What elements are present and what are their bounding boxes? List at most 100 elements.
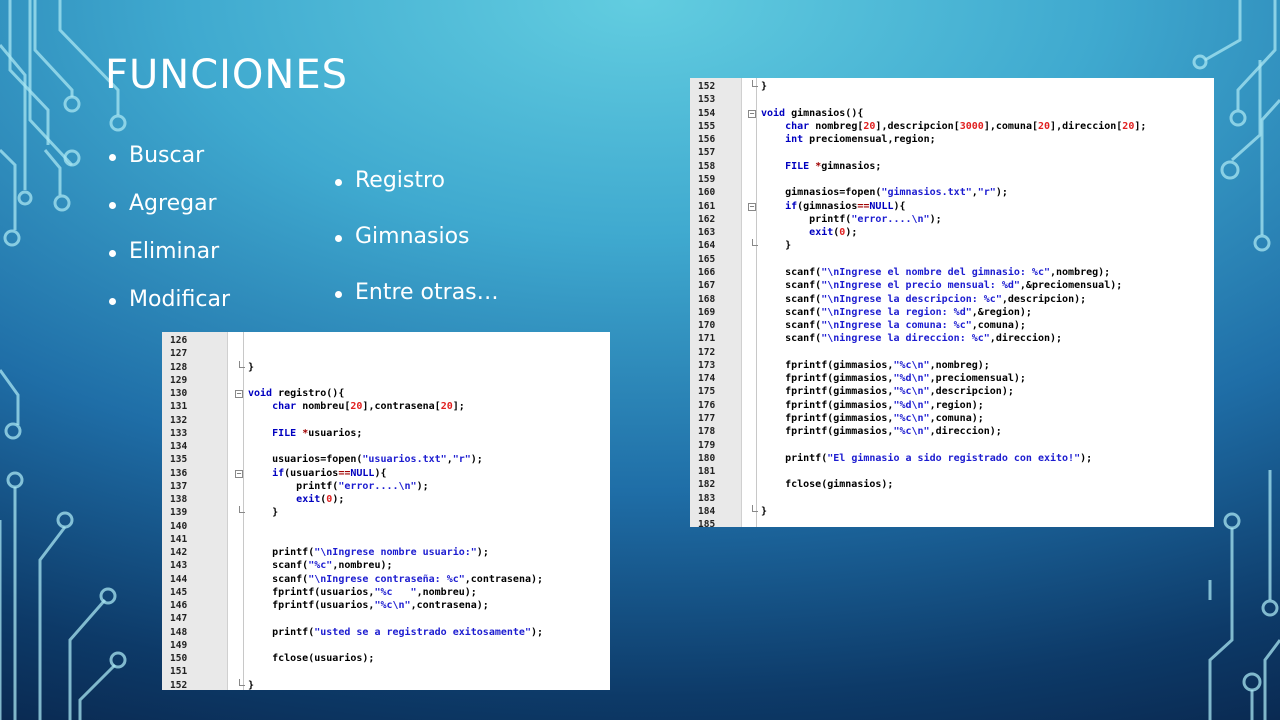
line-number: 140 [170,520,188,532]
code-line: 132 [162,414,610,427]
fold-end-icon [239,506,245,514]
code-line: 130 − void registro(){ [162,387,610,400]
code-text: printf("\nIngrese nombre usuario:"); [248,547,489,558]
bullet-item: Agregar [107,191,230,239]
line-number: 160 [698,187,716,199]
code-line: 147 [162,612,610,625]
code-line: 169 scanf("\nIngrese la region: %d",&reg… [690,306,1214,319]
code-line: 184} [690,505,1214,518]
code-line: 174 fprintf(gimmasios,"%d\n",preciomensu… [690,372,1214,385]
line-number: 173 [698,359,716,371]
line-number: 128 [170,361,188,373]
code-line: 139 } [162,506,610,519]
line-number: 171 [698,333,716,345]
fold-toggle-icon[interactable]: − [235,390,243,398]
line-number: 170 [698,320,716,332]
code-text: printf("usted se a registrado exitosamen… [248,626,544,638]
code-text: usuarios=fopen("usuarios.txt","r"); [248,454,483,466]
code-line: 156 int preciomensual,region; [690,133,1214,146]
code-text: scanf("\nIngrese el nombre del gimnasio:… [761,266,1111,278]
code-line: 181 [690,465,1214,478]
line-number: 175 [698,386,716,398]
line-number: 161 [698,200,716,212]
code-line: 172 [690,346,1214,359]
bullet-item: Registro [333,168,499,224]
code-text: scanf("\nIngrese contraseña: %c",contras… [248,573,544,585]
code-line: 164 } [690,239,1214,252]
code-line: 153 [690,93,1214,106]
code-line: 136 − if(usuarios==NULL){ [162,467,610,480]
code-line: 178 fprintf(gimmasios,"%c\n",direccion); [690,425,1214,438]
code-line: 154 − void gimnasios(){ [690,107,1214,120]
line-number: 134 [170,441,188,452]
code-line: 162 printf("error....\n"); [690,213,1214,226]
code-line: 144 scanf("\nIngrese contraseña: %c",con… [162,573,610,586]
code-line: 143 scanf("%c",nombreu); [162,559,610,572]
fold-end-icon [239,678,245,686]
code-line: 148 printf("usted se a registrado exitos… [162,626,610,639]
fold-toggle-icon[interactable]: − [748,202,756,211]
line-number: 153 [698,94,716,106]
code-text: scanf("\nIngrese el precio mensual: %d",… [761,280,1123,292]
bullet-item: Entre otras… [333,280,499,336]
code-line: 126 [162,334,610,347]
line-number: 181 [698,466,716,478]
code-text: int preciomensual,region; [785,134,936,146]
line-number: 126 [170,335,188,346]
line-number: 163 [698,227,716,239]
line-number: 167 [698,280,716,292]
line-number: 154 [698,107,716,119]
line-number: 182 [698,479,716,491]
code-text: fprintf(usuarios,"%c\n",contrasena); [248,600,489,611]
code-text: fclose(usuarios); [248,653,375,664]
line-number: 158 [698,160,716,172]
code-text: fprintf(usuarios,"%c ",nombreu); [248,586,477,598]
line-number: 139 [170,507,188,519]
code-text: } [761,240,792,252]
line-number: 176 [698,399,716,411]
line-number: 144 [170,573,188,585]
line-number: 147 [170,613,188,625]
code-line: 161 − if(gimnasios==NULL){ [690,200,1214,213]
code-line: 142 printf("\nIngrese nombre usuario:"); [162,546,610,559]
line-number: 174 [698,373,716,385]
fold-toggle-icon[interactable]: − [748,109,756,118]
bullet-list-right: Registro Gimnasios Entre otras… [333,168,499,336]
code-line: 141 [162,533,610,546]
code-line: 131 char nombreu[20],contrasena[20]; [162,400,610,413]
line-number: 138 [170,494,188,505]
line-number: 127 [170,348,188,360]
code-screenshot-registro: 126 127 128} 129 130− void registro(){131 cha… [162,332,610,690]
line-number: 180 [698,452,716,464]
code-text: printf("error....\n"); [248,480,429,492]
code-text: printf("El gimnasio a sido registrado co… [761,452,1093,464]
bullet-item: Buscar [107,143,230,191]
line-number: 137 [170,480,188,492]
code-text: FILE *gimnasios; [785,160,882,172]
line-number: 145 [170,586,188,598]
line-number: 164 [698,240,716,252]
code-text: char nombreg[20],descripcion[3000],comun… [785,120,1147,132]
code-text: scanf("\ningrese la direccion: %c",direc… [761,333,1063,345]
code-line: 155 char nombreg[20],descripcion[3000],c… [690,120,1214,133]
fold-toggle-icon[interactable]: − [235,469,243,478]
line-number: 183 [698,492,716,504]
code-line: 127 [162,347,610,360]
line-number: 179 [698,439,716,451]
line-number: 165 [698,253,716,265]
code-line: 163 exit(0); [690,226,1214,239]
line-number: 143 [170,560,188,572]
code-line: 185 [690,518,1214,527]
line-number: 159 [698,173,716,185]
code-line: 146 fprintf(usuarios,"%c\n",contrasena); [162,599,610,612]
code-line: 167 scanf("\nIngrese el precio mensual: … [690,279,1214,292]
code-line: 171 scanf("\ningrese la direccion: %c",d… [690,332,1214,345]
code-line: 152} [162,678,610,690]
line-number: 169 [698,306,716,318]
fold-end-icon [239,360,245,368]
code-text: } [248,507,279,519]
code-text: if(usuarios==NULL){ [272,467,387,479]
code-line: 182 fclose(gimnasios); [690,478,1214,491]
line-number: 172 [698,346,716,358]
code-text: scanf("\nIngrese la comuna: %c",comuna); [761,320,1026,332]
